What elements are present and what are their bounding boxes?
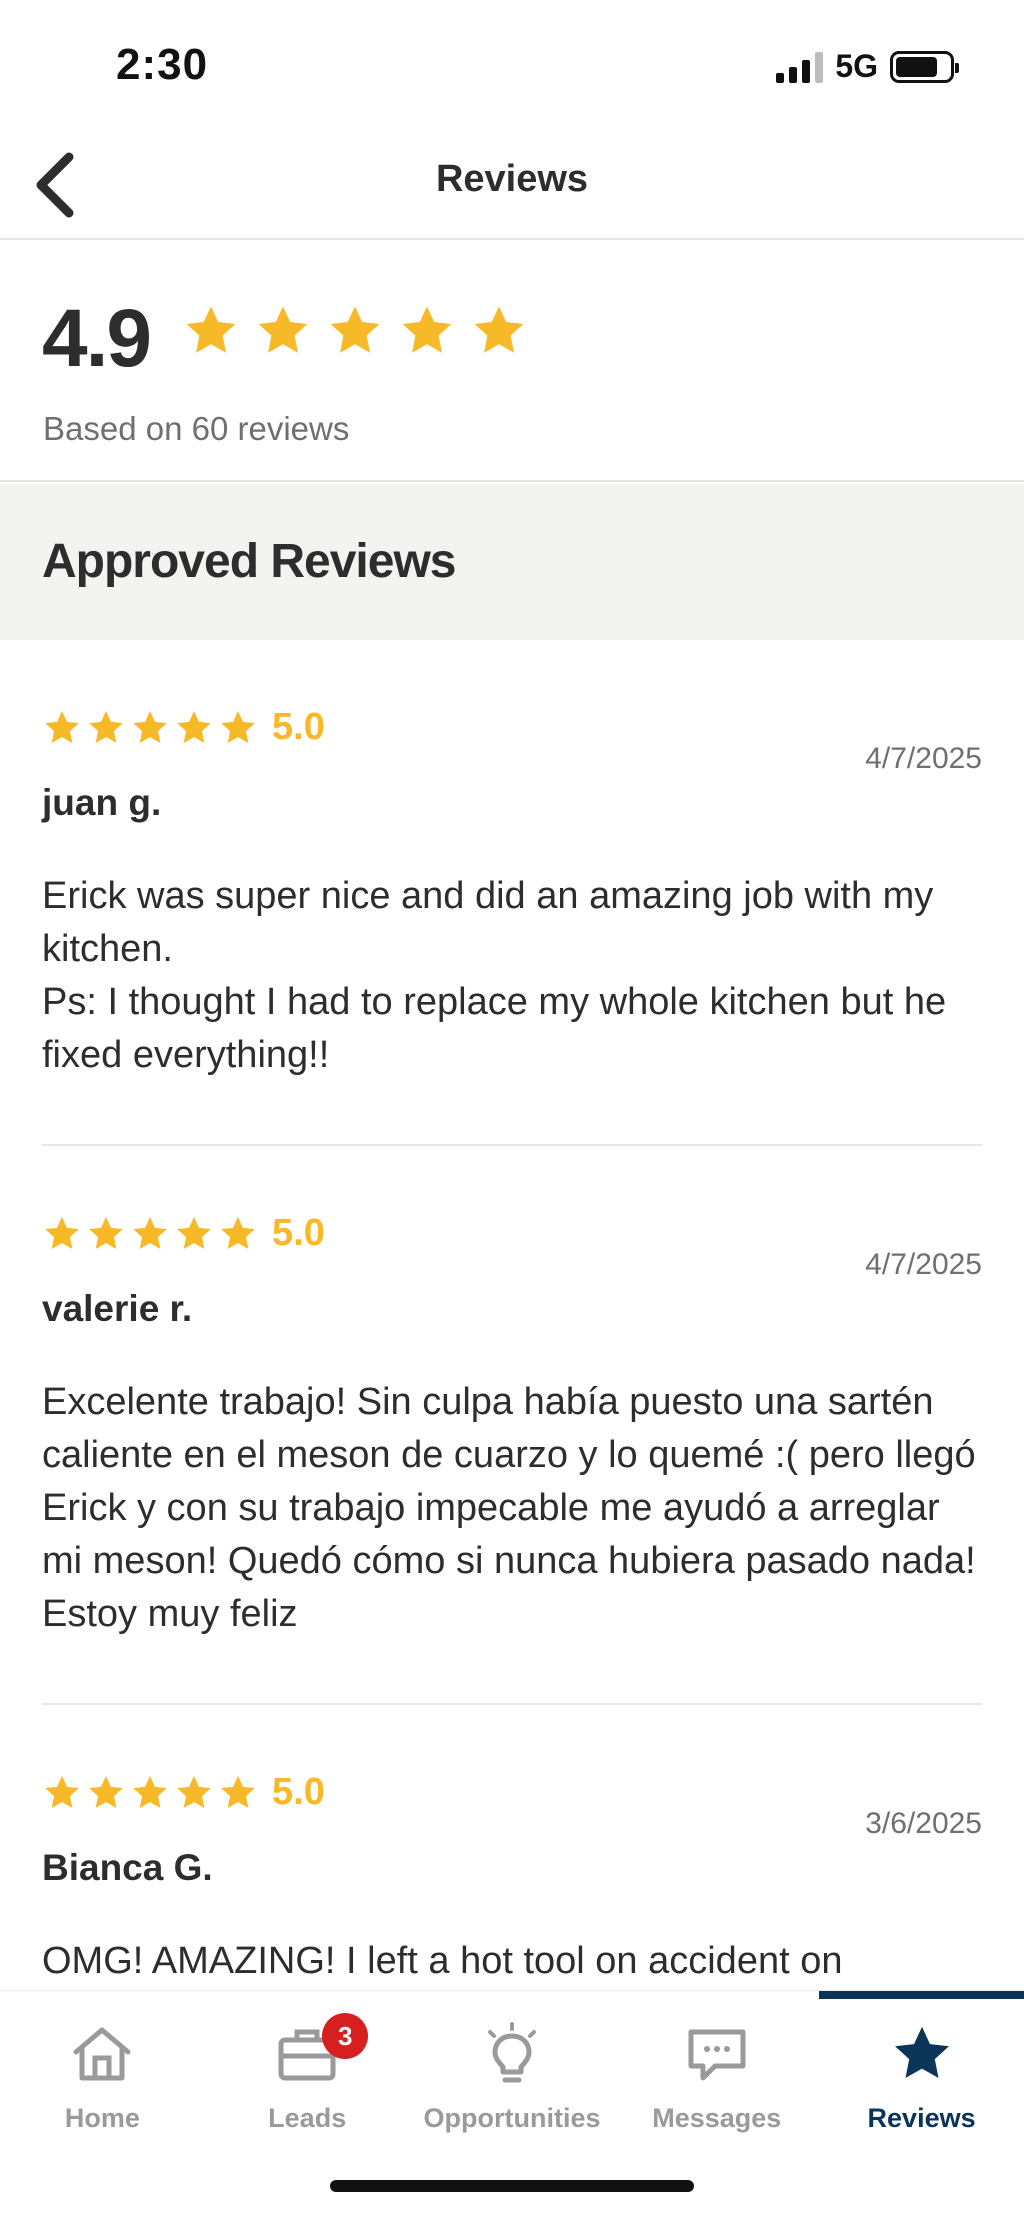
review-card: 5.0 3/6/2025 Bianca G. OMG! AMAZING! I l… [42, 1705, 982, 1990]
tab-home[interactable]: Home [0, 1991, 205, 2141]
home-indicator [330, 2180, 694, 2192]
review-text: OMG! AMAZING! I left a hot tool on accid… [42, 1940, 843, 1982]
star-icon [133, 1216, 167, 1249]
tab-label: Opportunities [423, 2103, 601, 2133]
chat-icon [682, 2019, 752, 2089]
network-label: 5G [835, 48, 878, 84]
tab-messages[interactable]: Messages [614, 1991, 819, 2141]
star-icon [89, 1775, 123, 1808]
reviews-list[interactable]: 5.0 4/7/2025 juan g. Erick was super nic… [0, 640, 1024, 1990]
review-date: 4/7/2025 [865, 742, 982, 775]
review-text: Excelente trabajo! Sin culpa había puest… [42, 1381, 976, 1635]
star-icon [177, 1216, 211, 1249]
tab-leads[interactable]: 3 Leads [205, 1991, 410, 2141]
star-icon [133, 710, 167, 743]
tab-label: Leads [268, 2103, 347, 2133]
rating-summary: 4.9 Based on 60 reviews [0, 240, 1024, 482]
review-stars: 5.0 [42, 1212, 325, 1255]
page-title: Reviews [435, 158, 589, 200]
section-title: Approved Reviews [42, 535, 456, 588]
tab-reviews[interactable]: Reviews [819, 1991, 1024, 2141]
status-bar: 2:30 5G [0, 0, 1024, 130]
review-card: 5.0 4/7/2025 juan g. Erick was super nic… [42, 640, 982, 1146]
reviewer-name: Bianca G. [42, 1847, 213, 1888]
summary-stars [182, 302, 528, 360]
review-count: Based on 60 reviews [43, 410, 350, 447]
star-icon [330, 306, 380, 353]
star-icon [45, 1775, 79, 1808]
review-rating: 5.0 [272, 706, 325, 748]
review-rating: 5.0 [272, 1212, 325, 1254]
average-score: 4.9 [42, 293, 152, 384]
reviewer-name: valerie r. [42, 1288, 193, 1329]
leads-badge: 3 [322, 2013, 369, 2059]
review-card: 5.0 4/7/2025 valerie r. Excelente trabaj… [42, 1146, 982, 1705]
star-icon [474, 306, 524, 353]
star-icon [89, 1216, 123, 1249]
star-icon [89, 710, 123, 743]
tab-label: Reviews [867, 2103, 976, 2133]
tab-label: Home [64, 2103, 140, 2133]
review-text: Erick was super nice and did an amazing … [42, 875, 947, 1076]
app-header: Reviews [0, 130, 1024, 240]
star-icon [221, 1216, 255, 1249]
star-icon [402, 306, 452, 353]
star-icon [258, 306, 308, 353]
star-icon [221, 710, 255, 743]
signal-icon [776, 51, 824, 83]
status-indicators: 5G [776, 48, 959, 85]
tab-opportunities[interactable]: Opportunities [410, 1991, 615, 2141]
review-date: 4/7/2025 [865, 1248, 982, 1281]
star-icon [177, 710, 211, 743]
star-icon [887, 2019, 957, 2089]
briefcase-icon: 3 [272, 2013, 369, 2089]
review-rating: 5.0 [272, 1771, 325, 1813]
reviewer-name: juan g. [42, 782, 162, 823]
star-icon [221, 1775, 255, 1808]
review-stars: 5.0 [42, 1771, 325, 1814]
star-icon [177, 1775, 211, 1808]
star-icon [186, 306, 236, 353]
lightbulb-icon [477, 2019, 547, 2089]
tab-label: Messages [652, 2103, 782, 2133]
approved-reviews-header: Approved Reviews [0, 484, 1024, 640]
star-icon [133, 1775, 167, 1808]
battery-icon [890, 50, 959, 83]
star-icon [45, 1216, 79, 1249]
home-icon [67, 2019, 137, 2089]
review-stars: 5.0 [42, 706, 325, 749]
review-date: 3/6/2025 [865, 1807, 982, 1840]
status-time: 2:30 [116, 40, 209, 89]
star-icon [45, 710, 79, 743]
